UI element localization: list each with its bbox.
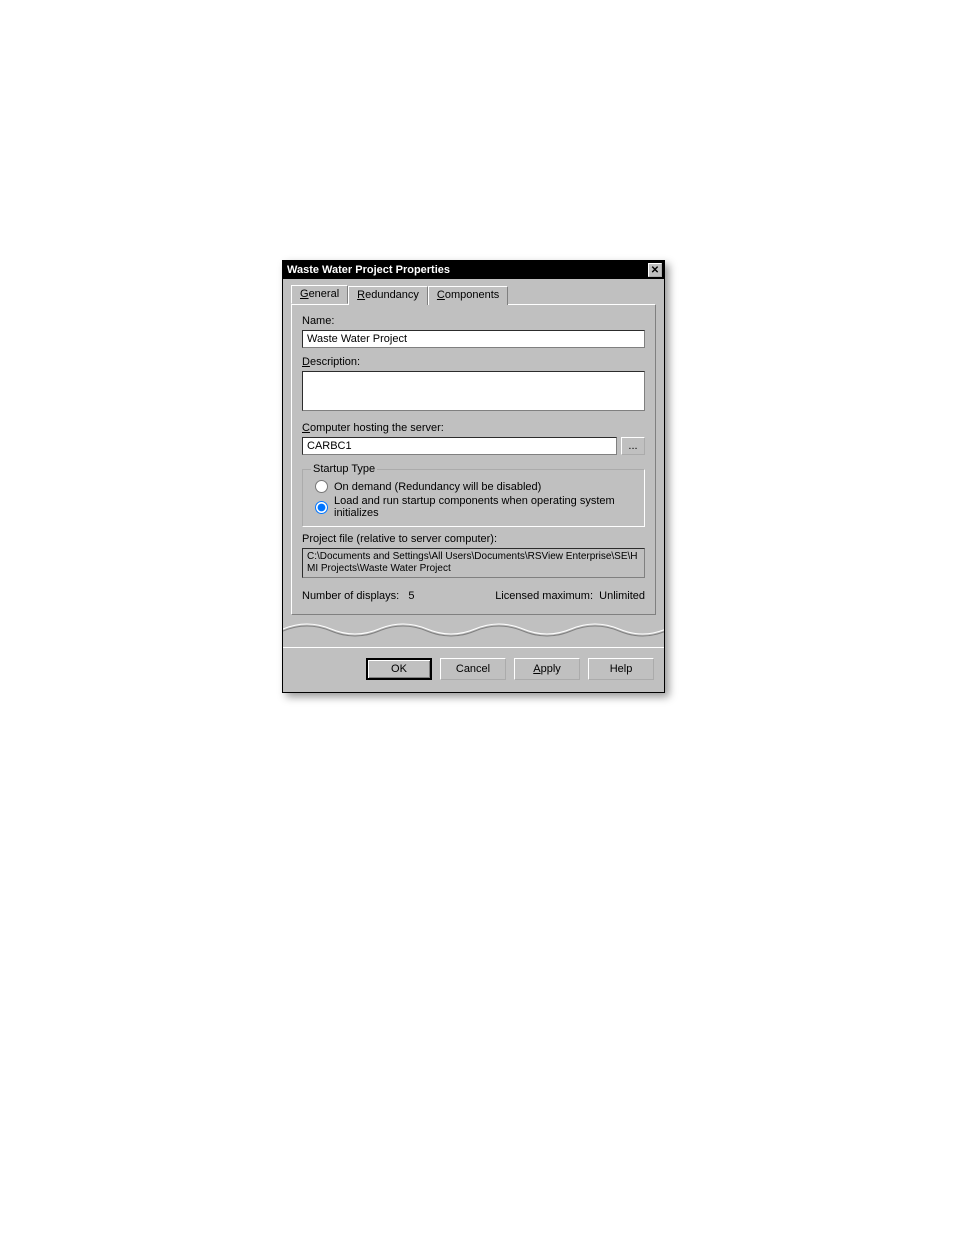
tab-components[interactable]: Components — [428, 286, 508, 305]
tab-general[interactable]: General — [291, 285, 348, 304]
cancel-button[interactable]: Cancel — [440, 658, 506, 680]
dialog-title: Waste Water Project Properties — [287, 264, 450, 276]
torn-edge — [283, 619, 664, 647]
host-input[interactable] — [302, 437, 617, 455]
startup-type-legend: Startup Type — [311, 463, 377, 475]
radio-load-run[interactable]: Load and run startup components when ope… — [311, 494, 636, 520]
name-label: Name: — [302, 315, 645, 327]
description-input[interactable] — [302, 371, 645, 411]
tab-panel-general: Name: Description: Computer hosting the … — [291, 304, 656, 615]
radio-on-demand-label: On demand (Redundancy will be disabled) — [334, 481, 541, 493]
name-input[interactable] — [302, 330, 645, 348]
licensed-maximum: Licensed maximum: Unlimited — [495, 590, 645, 602]
startup-type-group: Startup Type On demand (Redundancy will … — [302, 463, 645, 527]
stats-row: Number of displays: 5 Licensed maximum: … — [302, 586, 645, 602]
radio-on-demand-input[interactable] — [315, 480, 328, 493]
project-file-label: Project file (relative to server compute… — [302, 533, 645, 545]
num-displays: Number of displays: 5 — [302, 590, 415, 602]
radio-on-demand[interactable]: On demand (Redundancy will be disabled) — [311, 479, 636, 494]
help-button[interactable]: Help — [588, 658, 654, 680]
radio-load-run-input[interactable] — [315, 501, 328, 514]
close-icon: ✕ — [651, 265, 659, 276]
properties-dialog: Waste Water Project Properties ✕ General… — [282, 260, 665, 693]
button-bar: OK Cancel Apply Help — [283, 647, 664, 692]
ok-button[interactable]: OK — [366, 658, 432, 680]
radio-load-run-label: Load and run startup components when ope… — [334, 495, 636, 519]
description-label: Description: — [302, 356, 645, 368]
close-button[interactable]: ✕ — [648, 263, 662, 277]
apply-button[interactable]: Apply — [514, 658, 580, 680]
titlebar: Waste Water Project Properties ✕ — [283, 261, 664, 279]
project-file-value: C:\Documents and Settings\All Users\Docu… — [302, 548, 645, 578]
tab-strip: General Redundancy Components — [291, 285, 656, 304]
browse-button[interactable]: ... — [621, 437, 645, 455]
tab-redundancy[interactable]: Redundancy — [348, 286, 428, 305]
host-label: Computer hosting the server: — [302, 422, 645, 434]
